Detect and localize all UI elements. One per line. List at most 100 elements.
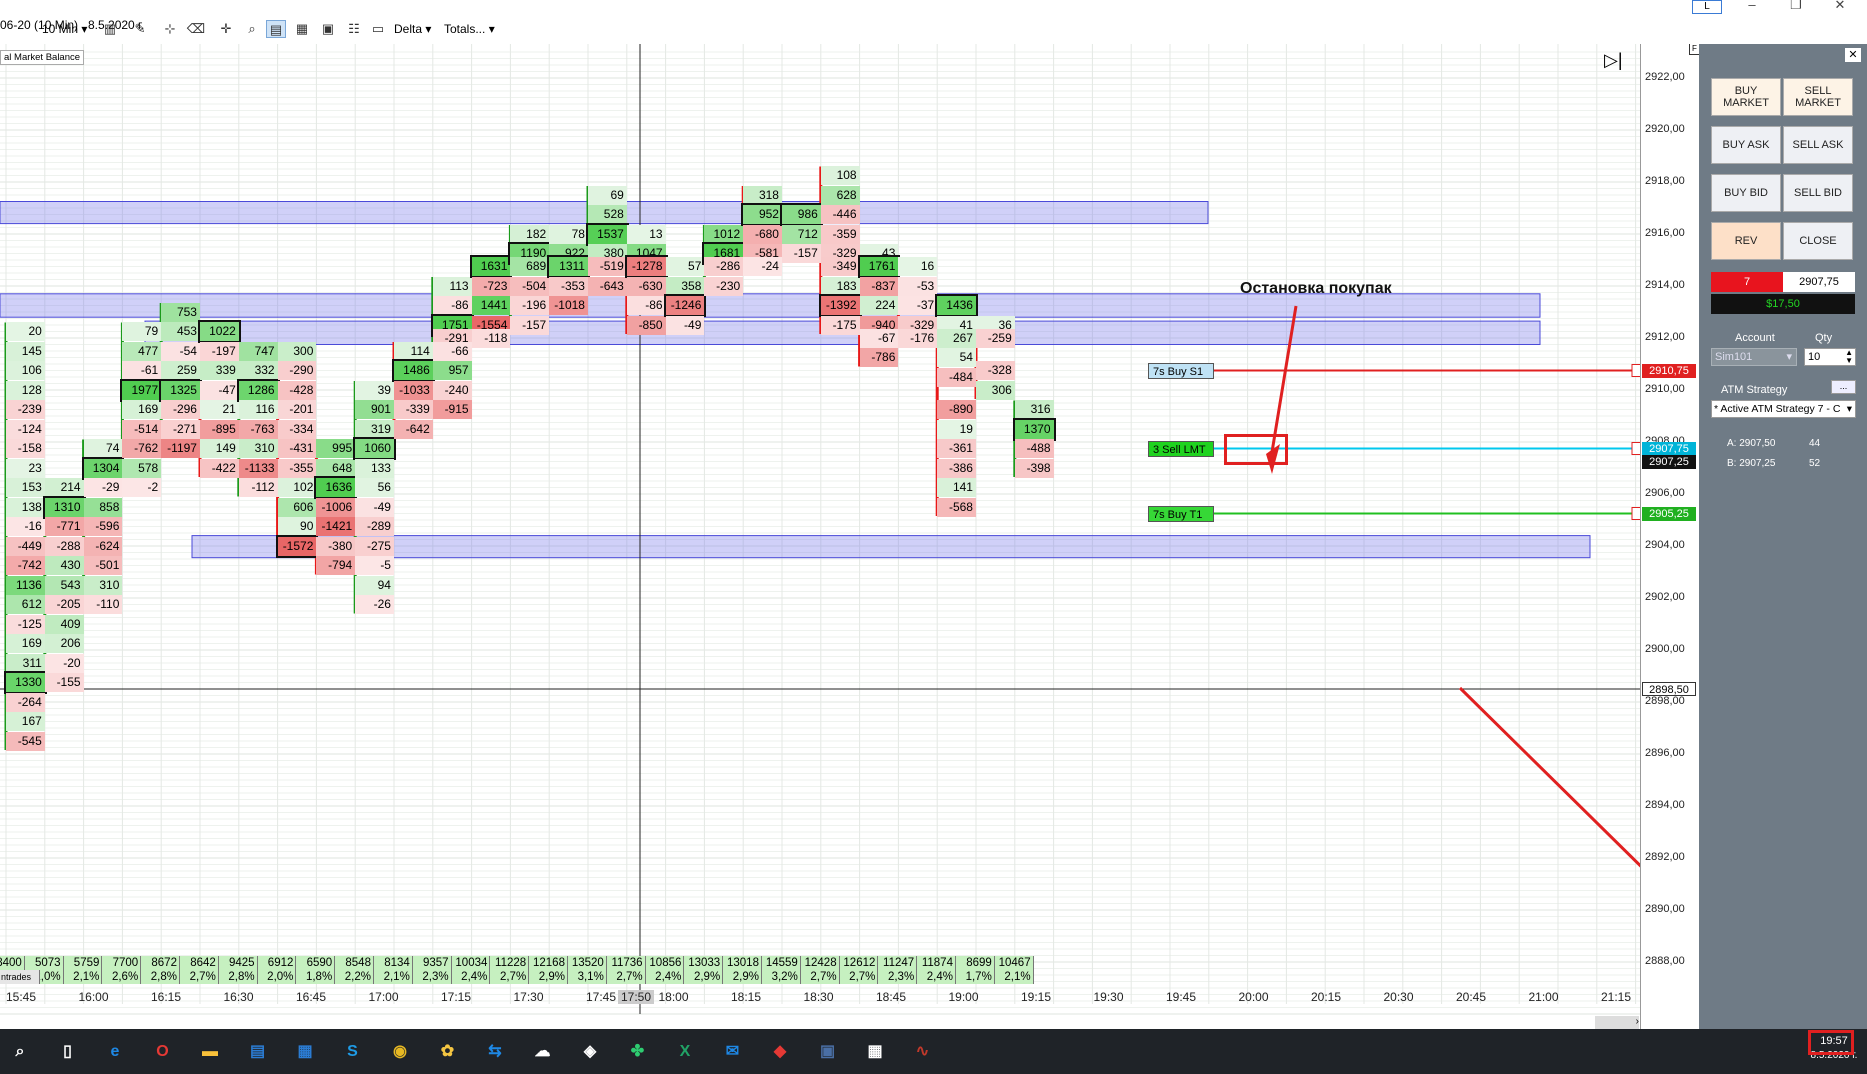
close-position-button[interactable]: CLOSE [1783, 222, 1853, 260]
store-icon[interactable]: ▤ [244, 1038, 272, 1066]
teamviewer-icon[interactable]: ⇆ [481, 1038, 509, 1066]
volume-cell: 12168 [529, 956, 568, 970]
volume-cell: 11247 [878, 956, 918, 970]
bar-type-icon[interactable]: ▥ [100, 20, 120, 38]
sell-market-button[interactable]: SELL MARKET [1783, 78, 1853, 116]
panel-close-icon[interactable]: ✕ [1845, 48, 1861, 62]
scroll-right-icon[interactable]: › [1595, 1016, 1639, 1029]
price-tick-label: 2892,00 [1645, 851, 1685, 863]
volume-cell: 8699 [956, 956, 995, 970]
atm-strategy-select[interactable]: * Active ATM Strategy 7 - C ▾ [1711, 400, 1856, 418]
time-label: 18:45 [876, 990, 907, 1004]
delta-dropdown[interactable]: Delta ▾ [394, 22, 431, 36]
price-tick-label: 2918,00 [1645, 175, 1685, 187]
time-label: 16:30 [223, 990, 254, 1004]
image-icon[interactable]: ▣ [318, 20, 338, 38]
delta-percent-cell: 2,2% [335, 970, 374, 984]
reverse-button[interactable]: REV [1711, 222, 1781, 260]
time-label: 19:00 [948, 990, 979, 1004]
delta-percent-cell: 2,7% [800, 970, 840, 984]
chart-trader-panel: ✕ BUY MARKET SELL MARKET BUY ASK SELL AS… [1699, 44, 1867, 1029]
buy-ask-button[interactable]: BUY ASK [1711, 126, 1781, 164]
delta-percent-cell: 2,3% [878, 970, 918, 984]
price-tick-label: 2896,00 [1645, 747, 1685, 759]
search-icon[interactable]: ⌕ [6, 1038, 34, 1066]
volume-cell: 12428 [800, 956, 840, 970]
clover-icon[interactable]: ✤ [624, 1038, 652, 1066]
volume-cell: 10034 [451, 956, 491, 970]
volume-cell: 11736 [606, 956, 646, 970]
price-axis[interactable]: F 2922,00 2920,00 2918,00 2916,00 2914,00 291… [1640, 44, 1700, 1029]
volume-cell: 6590 [296, 956, 336, 970]
buy-market-button[interactable]: BUY MARKET [1711, 78, 1781, 116]
buy-bid-button[interactable]: BUY BID [1711, 174, 1781, 212]
eraser-icon[interactable]: ⌫ [186, 20, 206, 38]
delta-percent-cell: 2,3% [412, 970, 452, 984]
volume-cell: 8642 [180, 956, 219, 970]
close-window-icon[interactable]: ✕ [1820, 0, 1860, 12]
network-icon[interactable]: ◈ [576, 1038, 604, 1066]
price-tag: 2907,75 [1642, 441, 1696, 456]
calendar-icon[interactable]: ▦ [291, 1038, 319, 1066]
magnet-icon[interactable]: ⊹ [160, 20, 180, 38]
pencil-icon[interactable]: ✎ [130, 20, 150, 38]
folder-icon[interactable]: ▬ [196, 1038, 224, 1066]
volume-cell: 11874 [917, 956, 956, 970]
atm-settings-button[interactable]: ... [1831, 380, 1856, 394]
properties-icon[interactable]: ☷ [344, 20, 364, 38]
time-label: 17:15 [441, 990, 472, 1004]
time-label: 18:15 [731, 990, 762, 1004]
price-tick-label: 2888,00 [1645, 955, 1685, 967]
time-label: 21:00 [1528, 990, 1559, 1004]
sell-ask-button[interactable]: SELL ASK [1783, 126, 1853, 164]
time-label: 20:30 [1383, 990, 1414, 1004]
price-tick-label: 2900,00 [1645, 643, 1685, 655]
delta-percent-cell: 2,8% [141, 970, 180, 984]
strategies-icon[interactable]: ▦ [292, 20, 312, 38]
price-tag: 2910,75 [1642, 363, 1696, 378]
chrome-icon[interactable]: ◉ [386, 1038, 414, 1066]
price-tick-label: 2914,00 [1645, 279, 1685, 291]
trades-row-label: ntrades [0, 970, 40, 984]
edge-icon[interactable]: e [101, 1038, 129, 1066]
sell-bid-button[interactable]: SELL BID [1783, 174, 1853, 212]
crosshair-icon[interactable]: ✛ [216, 20, 236, 38]
price-tick-label: 2912,00 [1645, 331, 1685, 343]
time-label: 20:15 [1311, 990, 1342, 1004]
position-qty: 7 [1711, 272, 1783, 292]
price-tick-label: 2890,00 [1645, 903, 1685, 915]
excel-icon[interactable]: X [671, 1038, 699, 1066]
mail-icon[interactable]: ✉ [719, 1038, 747, 1066]
anydesk-icon[interactable]: ◆ [766, 1038, 794, 1066]
cloud-icon[interactable]: ☁ [529, 1038, 557, 1066]
timeframe-dropdown[interactable]: 10 Min ▾ [42, 22, 87, 36]
indicators-icon[interactable]: ▤ [266, 20, 286, 38]
delta-percent-cell: 2,7% [490, 970, 530, 984]
totals-dropdown[interactable]: Totals... ▾ [444, 22, 495, 36]
opera-icon[interactable]: O [149, 1038, 177, 1066]
qty-input[interactable]: 10 ▲ ▼ [1804, 348, 1856, 366]
paint-icon[interactable]: ✿ [434, 1038, 462, 1066]
position-price: 2907,75 [1783, 272, 1855, 292]
account-select[interactable]: Sim101 ▾ [1711, 348, 1797, 366]
chart-area[interactable]: 20 145 106 128 -239 -124 -158 23 153 138 -16 -449 -7… [0, 44, 1640, 1029]
bid-price: B: 2907,25 [1727, 458, 1776, 469]
zoom-icon[interactable]: ⌕ [242, 20, 262, 38]
minimize-icon[interactable]: – [1732, 0, 1772, 12]
time-label: 17:45 [586, 990, 617, 1004]
data-box-icon[interactable]: ▭ [368, 20, 388, 38]
calculator-icon[interactable]: ▦ [861, 1038, 889, 1066]
link-badge[interactable]: L [1692, 0, 1722, 14]
restore-icon[interactable]: ❐ [1776, 0, 1816, 12]
volume-cell: 10467 [994, 956, 1034, 970]
time-label: 16:15 [151, 990, 182, 1004]
volume-cell: 13520 [568, 956, 607, 970]
save-icon[interactable]: ▣ [814, 1038, 842, 1066]
trading-icon[interactable]: ∿ [909, 1038, 937, 1066]
toolbar: 06-20 (10 Min) 8.5.2020 г. 10 Min ▾ ▥ ✎ … [0, 0, 1867, 45]
skype-icon[interactable]: S [339, 1038, 367, 1066]
delta-percent-cell: 3,1% [568, 970, 607, 984]
task-view-icon[interactable]: ▯ [54, 1038, 82, 1066]
price-tag: 2907,25 [1642, 454, 1696, 469]
price-tick-label: 2902,00 [1645, 591, 1685, 603]
